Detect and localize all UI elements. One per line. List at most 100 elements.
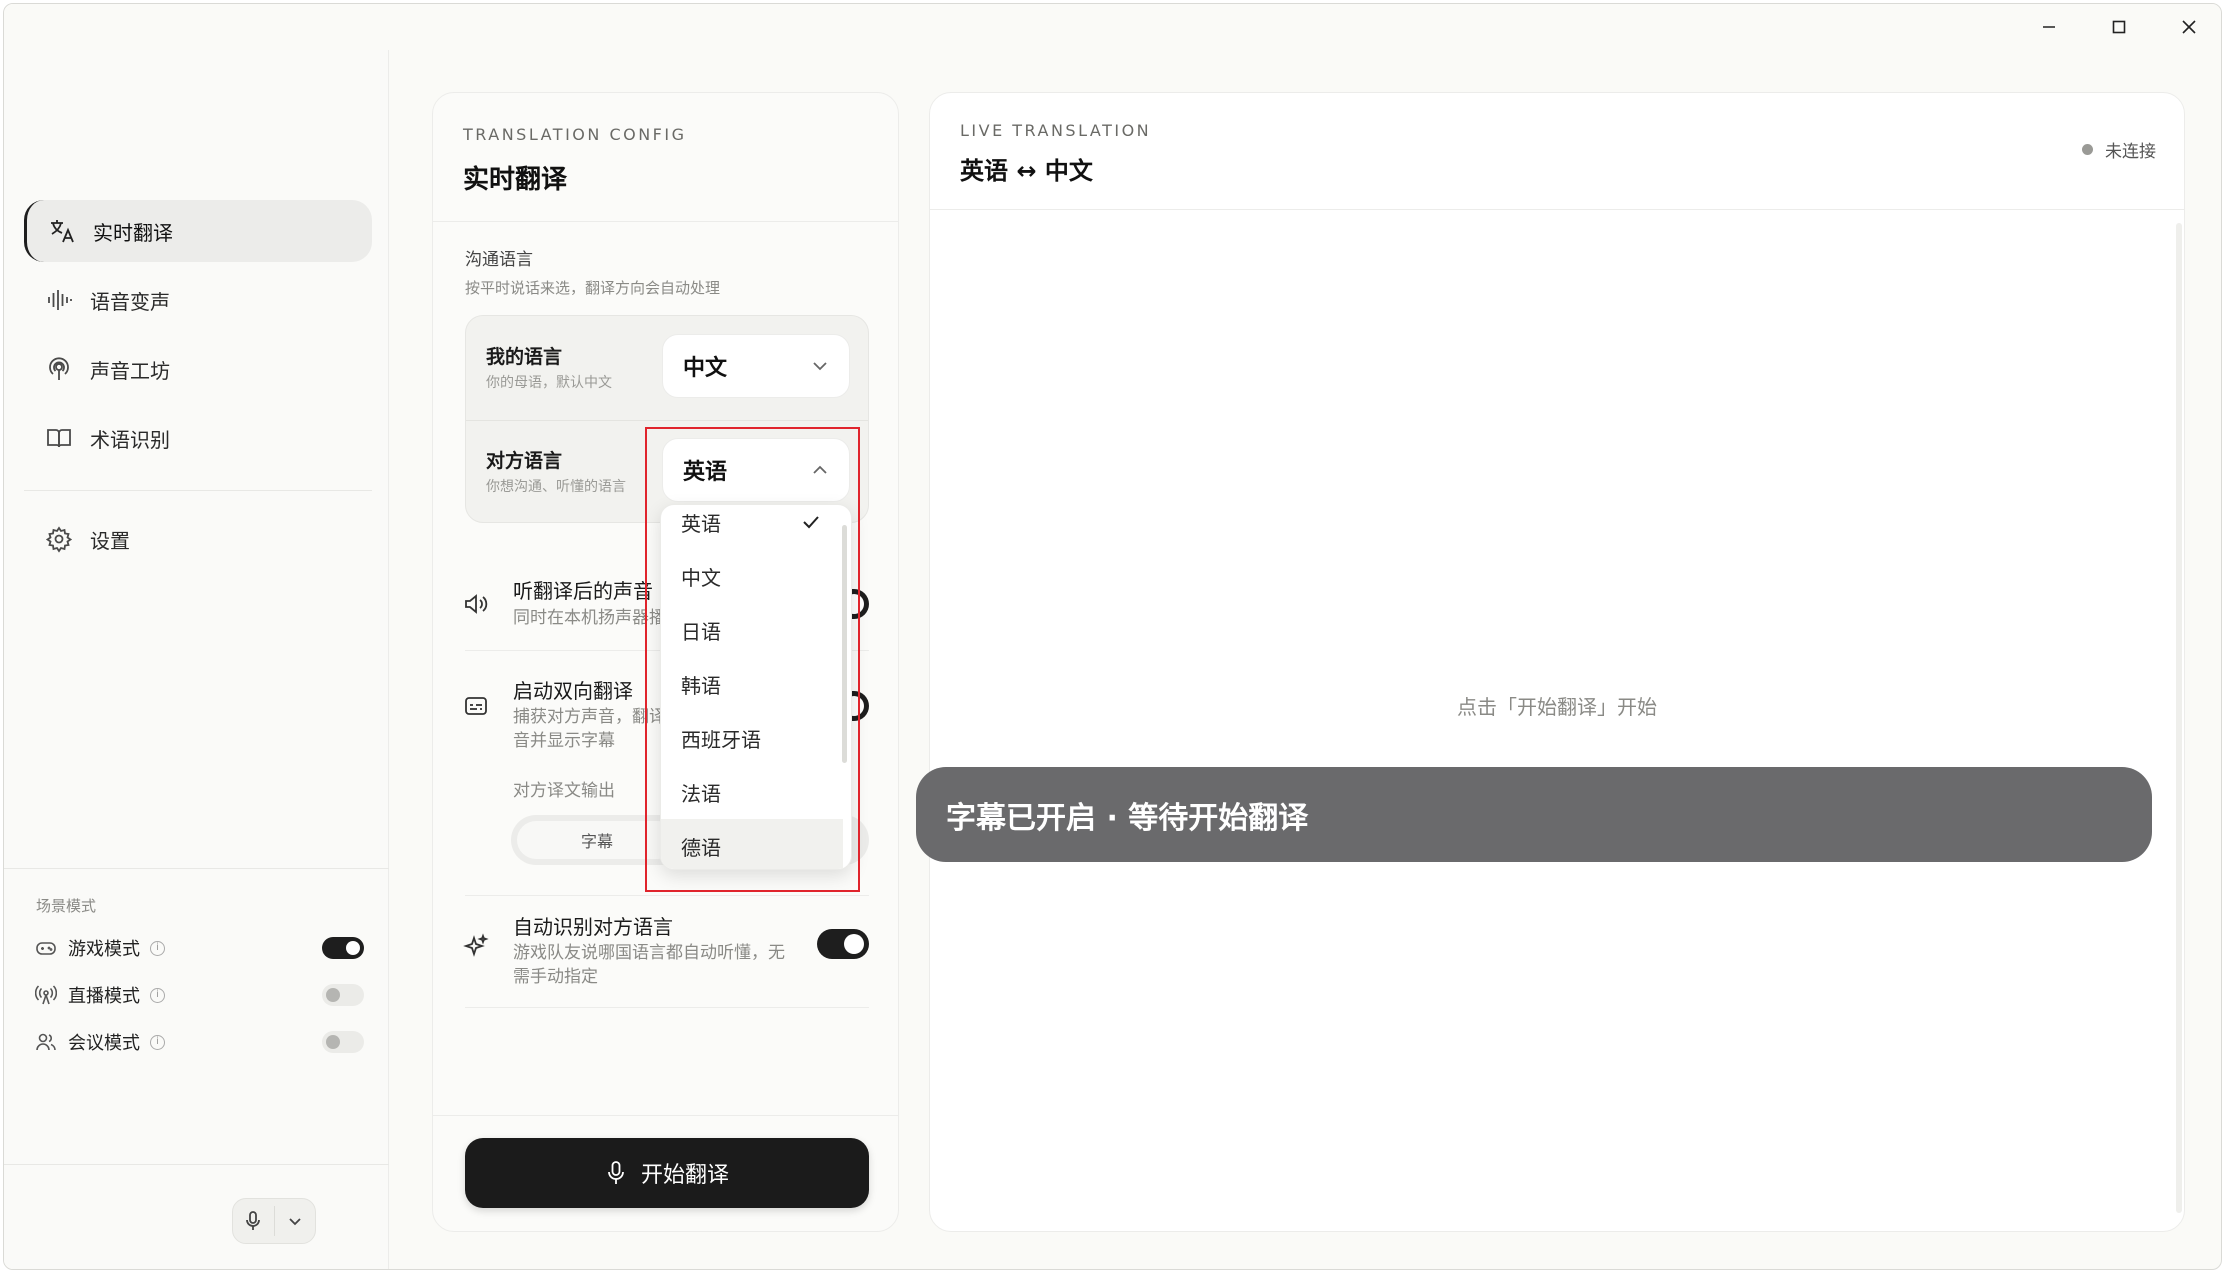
users-icon (34, 1030, 58, 1054)
dropdown-option-french[interactable]: 法语 (661, 765, 843, 819)
game-mode-toggle[interactable] (322, 937, 364, 959)
scene-row-game: 游戏模式 i (34, 930, 364, 966)
minimize-icon (2043, 26, 2055, 28)
empty-state-hint: 点击「开始翻译」开始 (1457, 695, 1657, 719)
their-language-dropdown: 英语 中文 日语 韩语 西班牙语 法语 德语 (660, 504, 852, 870)
option-label: 英语 (681, 511, 721, 536)
mic-selector (232, 1198, 316, 1244)
mic-dropdown-button[interactable] (274, 1198, 315, 1244)
option-label: 韩语 (681, 673, 721, 698)
broadcast-icon (34, 983, 58, 1007)
nav-item-voice-changer[interactable]: 语音变声 (24, 269, 372, 331)
sidebar: 实时翻译 语音变声 声音工坊 术语识别 设置 场景模式 游戏模式 i 直播模式 … (4, 50, 389, 1269)
subtitle-toast: 字幕已开启 · 等待开始翻译 (916, 767, 2152, 862)
live-header-divider (930, 209, 2184, 210)
podcast-icon (42, 352, 76, 386)
option-label: 西班牙语 (681, 727, 761, 752)
nav-item-settings[interactable]: 设置 (24, 508, 372, 570)
title-bar (4, 4, 2221, 50)
row-divider (465, 895, 869, 896)
duplex-translation-sub-1: 捕获对方声音，翻译 (513, 707, 666, 727)
their-language-select[interactable]: 英语 (662, 438, 850, 502)
auto-detect-sub-1: 游戏队友说哪国语言都自动听懂，无 (513, 943, 785, 963)
listen-translated-title: 听翻译后的声音 (513, 579, 653, 603)
live-title: 英语 ↔ 中文 (960, 157, 1093, 185)
start-translation-label: 开始翻译 (640, 1163, 729, 1188)
dropdown-option-chinese[interactable]: 中文 (661, 549, 843, 603)
option-label: 日语 (681, 619, 721, 644)
language-box: 我的语言 你的母语，默认中文 中文 对方语言 你想沟通、听懂的语言 英语 (465, 315, 869, 523)
duplex-translation-title: 启动双向翻译 (513, 679, 633, 703)
dropdown-option-spanish[interactable]: 西班牙语 (661, 711, 843, 765)
chevron-down-icon (813, 362, 827, 371)
scene-label: 会议模式 (68, 1033, 140, 1054)
book-icon (42, 421, 76, 455)
their-language-label: 对方语言 (486, 450, 563, 472)
nav-label: 实时翻译 (93, 220, 173, 245)
option-label: 德语 (681, 835, 721, 860)
auto-detect-sub-2: 需手动指定 (513, 967, 598, 987)
duplex-translation-sub-2: 音并显示字幕 (513, 731, 615, 751)
their-language-value: 英语 (683, 460, 728, 485)
waveform-icon (42, 283, 76, 317)
config-header-divider (433, 221, 898, 222)
mic-button[interactable] (233, 1198, 274, 1244)
auto-detect-row: 自动识别对方语言 游戏队友说哪国语言都自动听懂，无 需手动指定 (461, 911, 869, 993)
gamepad-icon (34, 936, 58, 960)
app-window: 实时翻译 语音变声 声音工坊 术语识别 设置 场景模式 游戏模式 i 直播模式 … (3, 3, 2222, 1270)
meeting-mode-toggle[interactable] (322, 1031, 364, 1053)
my-language-label: 我的语言 (486, 346, 563, 368)
live-mode-toggle[interactable] (322, 984, 364, 1006)
config-eyebrow: TRANSLATION CONFIG (463, 125, 687, 144)
info-icon[interactable]: i (150, 940, 165, 956)
sparkle-icon (461, 931, 491, 961)
chevron-down-icon (289, 1218, 301, 1226)
listen-translated-sub: 同时在本机扬声器播放 (513, 608, 683, 628)
communication-language-hint: 按平时说话来选，翻译方向会自动处理 (465, 279, 721, 297)
nav-item-voice-workshop[interactable]: 声音工坊 (24, 338, 372, 400)
config-title: 实时翻译 (463, 165, 568, 195)
my-language-value: 中文 (683, 356, 728, 381)
translate-icon (45, 214, 79, 248)
scene-row-meeting: 会议模式 i (34, 1024, 364, 1060)
minimize-button[interactable] (2014, 4, 2084, 50)
scene-label: 直播模式 (68, 986, 140, 1007)
close-icon (2182, 20, 2196, 34)
nav-item-realtime-translation[interactable]: 实时翻译 (24, 200, 372, 262)
start-translation-button[interactable]: 开始翻译 (465, 1138, 869, 1208)
communication-language-label: 沟通语言 (465, 250, 533, 270)
their-language-hint: 你想沟通、听懂的语言 (486, 479, 626, 495)
close-button[interactable] (2154, 4, 2221, 50)
checkmark-icon (803, 516, 819, 529)
nav-label: 术语识别 (90, 427, 170, 452)
auto-detect-toggle[interactable] (817, 929, 869, 959)
language-box-divider (466, 420, 868, 421)
nav-label: 语音变声 (90, 289, 170, 314)
output-mode-label: 对方译文输出 (513, 781, 615, 801)
maximize-button[interactable] (2084, 4, 2154, 50)
info-icon[interactable]: i (150, 987, 165, 1003)
sidebar-divider (24, 490, 372, 491)
toast-text: 字幕已开启 · 等待开始翻译 (946, 800, 1309, 836)
auto-detect-title: 自动识别对方语言 (513, 915, 673, 939)
nav-label: 声音工坊 (90, 358, 170, 383)
status-dot-icon (2082, 144, 2093, 155)
nav-item-term-recognition[interactable]: 术语识别 (24, 407, 372, 469)
maximize-icon (2112, 20, 2126, 34)
gear-icon (42, 522, 76, 556)
row-divider (465, 1007, 869, 1008)
scene-row-live: 直播模式 i (34, 977, 364, 1013)
my-language-select[interactable]: 中文 (662, 334, 850, 398)
dropdown-scrollbar[interactable] (842, 525, 847, 763)
output-mode-subtitles[interactable]: 字幕 (517, 821, 677, 859)
scene-label: 游戏模式 (68, 939, 140, 960)
dropdown-option-english[interactable]: 英语 (661, 505, 843, 549)
config-footer-divider (433, 1115, 898, 1116)
info-icon[interactable]: i (150, 1034, 165, 1050)
live-eyebrow: LIVE TRANSLATION (960, 121, 1152, 140)
speaker-icon (461, 589, 491, 619)
dropdown-option-japanese[interactable]: 日语 (661, 603, 843, 657)
dropdown-option-korean[interactable]: 韩语 (661, 657, 843, 711)
dropdown-option-german[interactable]: 德语 (661, 819, 843, 869)
sidebar-divider (4, 868, 389, 869)
